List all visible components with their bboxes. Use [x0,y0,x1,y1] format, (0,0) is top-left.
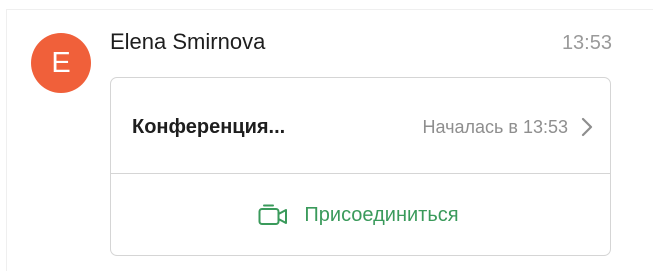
conference-status: Началась в 13:53 [422,117,568,137]
join-button-label: Присоединиться [304,203,459,226]
conference-title: Конференция... [132,116,286,138]
conference-card: Конференция... Началась в 13:53 Присоеди… [110,77,611,256]
join-conference-button[interactable]: Присоединиться [111,174,610,255]
sender-name[interactable]: Elena Smirnova [110,28,265,56]
avatar-initial: E [51,46,71,79]
video-camera-icon [258,204,288,225]
avatar[interactable]: E [31,33,91,93]
conference-details-row[interactable]: Конференция... Началась в 13:53 [111,78,610,173]
chat-message: E Elena Smirnova 13:53 Конференция... На… [0,0,653,271]
chevron-right-icon [581,117,593,137]
message-timestamp: 13:53 [561,32,612,54]
